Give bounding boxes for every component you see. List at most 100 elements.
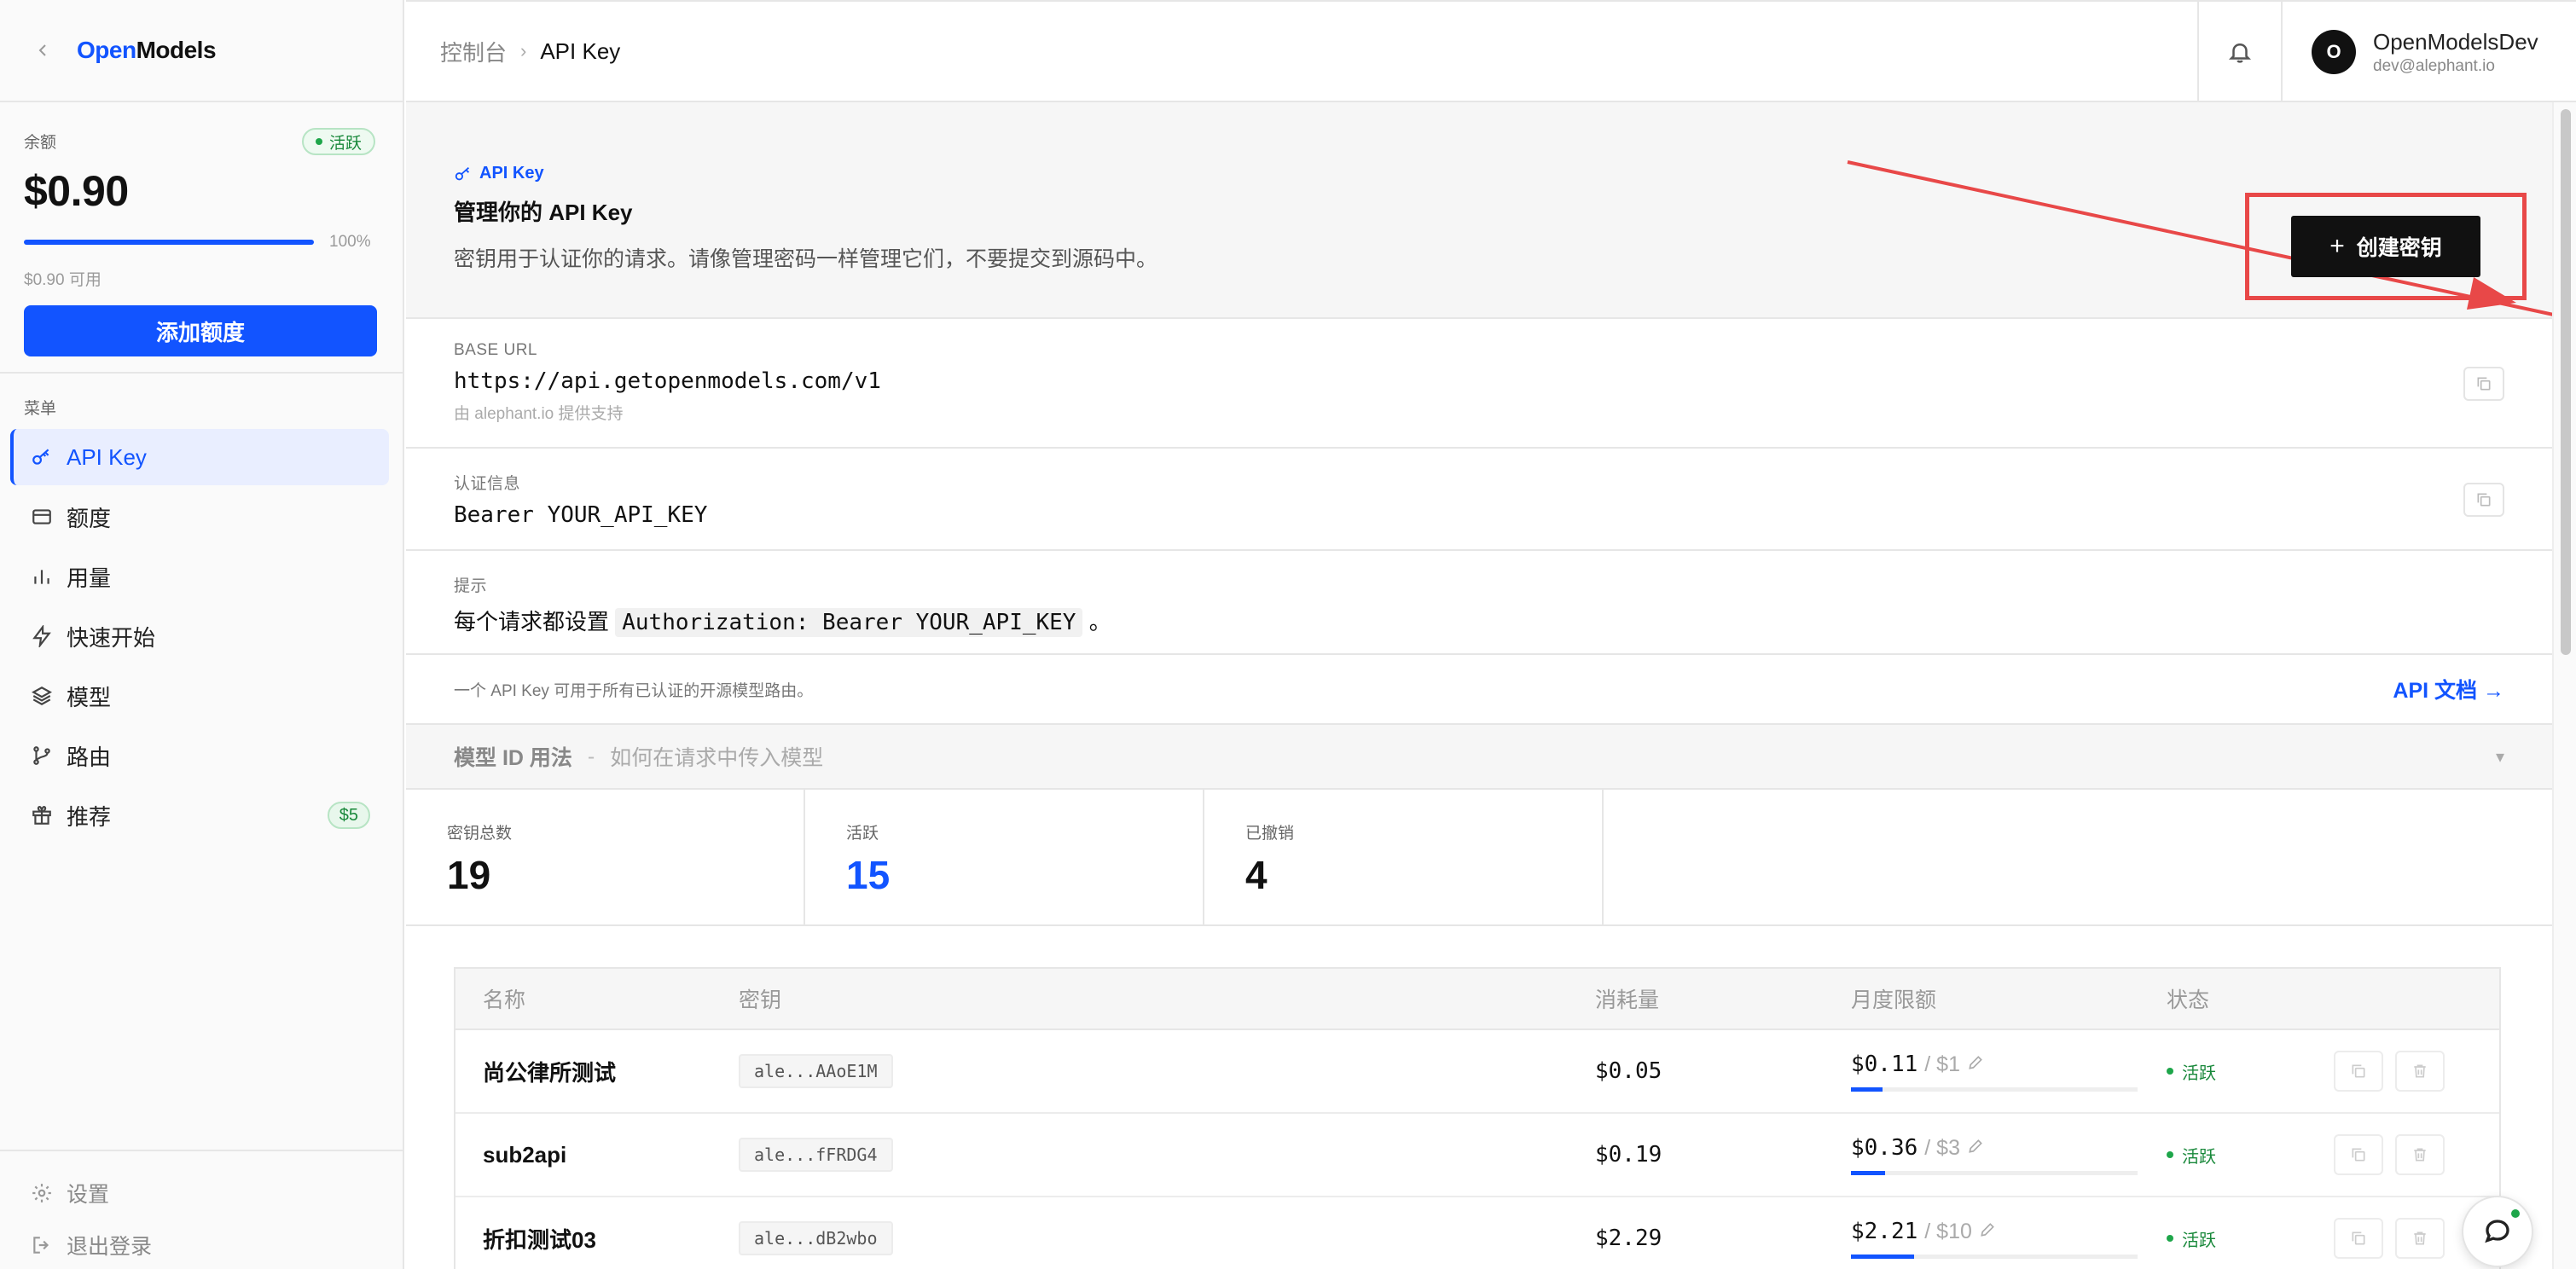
logout-icon <box>33 1237 49 1254</box>
sidebar-footer: 设置 退出登录 <box>0 1150 403 1269</box>
key-limit: $2.21 / $10 <box>1851 1219 2167 1259</box>
info-footer-note: 一个 API Key 可用于所有已认证的开源模型路由。 <box>454 681 814 700</box>
api-docs-link[interactable]: API 文档 → <box>2393 674 2504 704</box>
pencil-icon[interactable] <box>1967 1054 1984 1071</box>
limit-progress <box>1851 1086 2138 1092</box>
chat-bubble-icon <box>2485 1220 2509 1243</box>
sidebar-item-label: 额度 <box>67 505 112 531</box>
status-badge: 活跃 <box>2167 1059 2334 1084</box>
status-label: 活跃 <box>2182 1147 2216 1167</box>
copy-base-url-button[interactable] <box>2463 367 2504 401</box>
app-logo[interactable]: OpenModels <box>77 37 217 64</box>
copy-icon <box>2352 1148 2365 1162</box>
create-key-button[interactable]: + 创建密钥 <box>2291 216 2480 277</box>
referral-badge: $5 <box>327 802 370 829</box>
tip-prefix: 每个请求都设置 <box>454 609 610 634</box>
sidebar-item-models[interactable]: 模型 <box>10 668 389 724</box>
online-indicator <box>2511 1209 2520 1218</box>
sidebar-item-label: 模型 <box>67 684 112 710</box>
header-limit: 月度限额 <box>1851 988 1937 1012</box>
user-menu[interactable]: O OpenModelsDev dev@alephant.io <box>2281 2 2576 102</box>
settings-label: 设置 <box>67 1183 110 1207</box>
sidebar-item-label: 路由 <box>67 744 112 770</box>
sidebar-item-referral[interactable]: 推荐 $5 <box>10 787 389 843</box>
key-masked: ale...AAoE1M <box>739 1054 893 1088</box>
key-name: 尚公律所测试 <box>483 1059 617 1086</box>
status-dot-icon <box>2167 1068 2173 1075</box>
copy-icon <box>2352 1231 2365 1245</box>
main-content: API Key 管理你的 API Key 密钥用于认证你的请求。请像管理密码一样… <box>406 102 2576 1269</box>
limit-cap: / $10 <box>1924 1219 1972 1243</box>
trash-icon <box>2414 1148 2426 1162</box>
breadcrumb-current: API Key <box>540 38 621 64</box>
balance-card: 余额 活跃 $0.90 100% $0.90 可用 添加额度 <box>0 102 403 374</box>
sidebar-header: OpenModels <box>0 0 403 102</box>
notifications-button[interactable] <box>2197 2 2281 102</box>
copy-icon <box>2477 493 2491 507</box>
table-row: 折扣测试03 ale...dB2wbo $2.29 $2.21 / $10 活跃 <box>455 1197 2499 1269</box>
pencil-icon[interactable] <box>1967 1138 1984 1155</box>
add-credit-button[interactable]: 添加额度 <box>24 305 377 356</box>
status-badge: 活跃 <box>2167 1226 2334 1251</box>
logout-label: 退出登录 <box>67 1235 153 1259</box>
stat-total-keys: 密钥总数 19 <box>406 790 805 924</box>
model-usage-accordion[interactable]: 模型 ID 用法 - 如何在请求中传入模型 ▾ <box>406 725 2552 790</box>
main-scrollbar[interactable] <box>2552 102 2576 1269</box>
limit-progress-fill <box>1851 1170 1886 1175</box>
page-header: API Key 管理你的 API Key 密钥用于认证你的请求。请像管理密码一样… <box>406 102 2576 322</box>
base-url-value: https://api.getopenmodels.com/v1 <box>454 368 881 394</box>
key-icon <box>455 166 470 180</box>
sidebar-item-logout[interactable]: 退出登录 <box>10 1225 389 1266</box>
avatar: O <box>2312 30 2356 74</box>
trash-icon <box>2414 1231 2426 1245</box>
topbar: 控制台 › API Key O OpenModelsDev dev@alepha… <box>406 0 2576 102</box>
row-actions <box>2334 1051 2496 1092</box>
tip-suffix: 。 <box>1088 609 1111 634</box>
sidebar-item-credits[interactable]: 额度 <box>10 489 389 545</box>
limit-cap: / $3 <box>1924 1135 1960 1160</box>
chevron-down-icon: ▾ <box>2495 747 2504 767</box>
tip-value: 每个请求都设置 Authorization: Bearer YOUR_API_K… <box>454 605 2552 637</box>
delete-key-button[interactable] <box>2395 1134 2445 1175</box>
plus-icon: + <box>2329 232 2345 260</box>
copy-auth-button[interactable] <box>2463 483 2504 517</box>
key-name: sub2api <box>483 1141 567 1168</box>
row-actions <box>2334 1134 2496 1175</box>
table-row: sub2api ale...fFRDG4 $0.19 $0.36 / $3 活跃 <box>455 1114 2499 1197</box>
delete-key-button[interactable] <box>2395 1218 2445 1259</box>
copy-key-button[interactable] <box>2334 1051 2383 1092</box>
copy-key-button[interactable] <box>2334 1218 2383 1259</box>
keys-table: 名称 密钥 消耗量 月度限额 状态 尚公律所测试 ale...AAoE1M $0… <box>454 967 2501 1269</box>
status-dot-icon <box>315 138 322 145</box>
copy-key-button[interactable] <box>2334 1134 2383 1175</box>
stat-label: 活跃 <box>846 825 879 843</box>
status-badge-label: 活跃 <box>328 134 362 153</box>
user-info: OpenModelsDev dev@alephant.io <box>2373 29 2538 76</box>
key-used: $0.05 <box>1595 1058 1662 1084</box>
delete-key-button[interactable] <box>2395 1051 2445 1092</box>
auth-value: Bearer YOUR_API_KEY <box>454 502 708 528</box>
sidebar-item-routing[interactable]: 路由 <box>10 727 389 784</box>
pencil-icon[interactable] <box>1979 1221 1996 1238</box>
balance-progress-bar <box>24 240 314 245</box>
balance-percent: 100% <box>329 233 371 251</box>
limit-progress-fill <box>1851 1086 1883 1092</box>
chat-support-button[interactable] <box>2462 1196 2533 1267</box>
sidebar-item-api-key[interactable]: API Key <box>10 429 389 485</box>
tip-row: 提示 每个请求都设置 Authorization: Bearer YOUR_AP… <box>406 551 2552 655</box>
limit-progress <box>1851 1254 2138 1259</box>
scrollbar-thumb[interactable] <box>2561 109 2571 655</box>
breadcrumb-home[interactable]: 控制台 <box>440 36 507 67</box>
limit-progress-fill <box>1851 1254 1914 1259</box>
limit-cap: / $1 <box>1924 1052 1960 1076</box>
sidebar-item-settings[interactable]: 设置 <box>10 1165 389 1221</box>
create-key-highlight: + 创建密钥 <box>2245 193 2527 300</box>
tip-code: Authorization: Bearer YOUR_API_KEY <box>615 608 1083 637</box>
sidebar-item-usage[interactable]: 用量 <box>10 548 389 605</box>
sidebar-item-quickstart[interactable]: 快速开始 <box>10 608 389 664</box>
topbar-actions: O OpenModelsDev dev@alephant.io <box>2197 2 2576 102</box>
balance-amount: $0.90 <box>24 167 129 215</box>
key-icon <box>32 449 49 465</box>
key-masked: ale...fFRDG4 <box>739 1138 893 1172</box>
chevron-left-icon[interactable] <box>34 42 51 59</box>
